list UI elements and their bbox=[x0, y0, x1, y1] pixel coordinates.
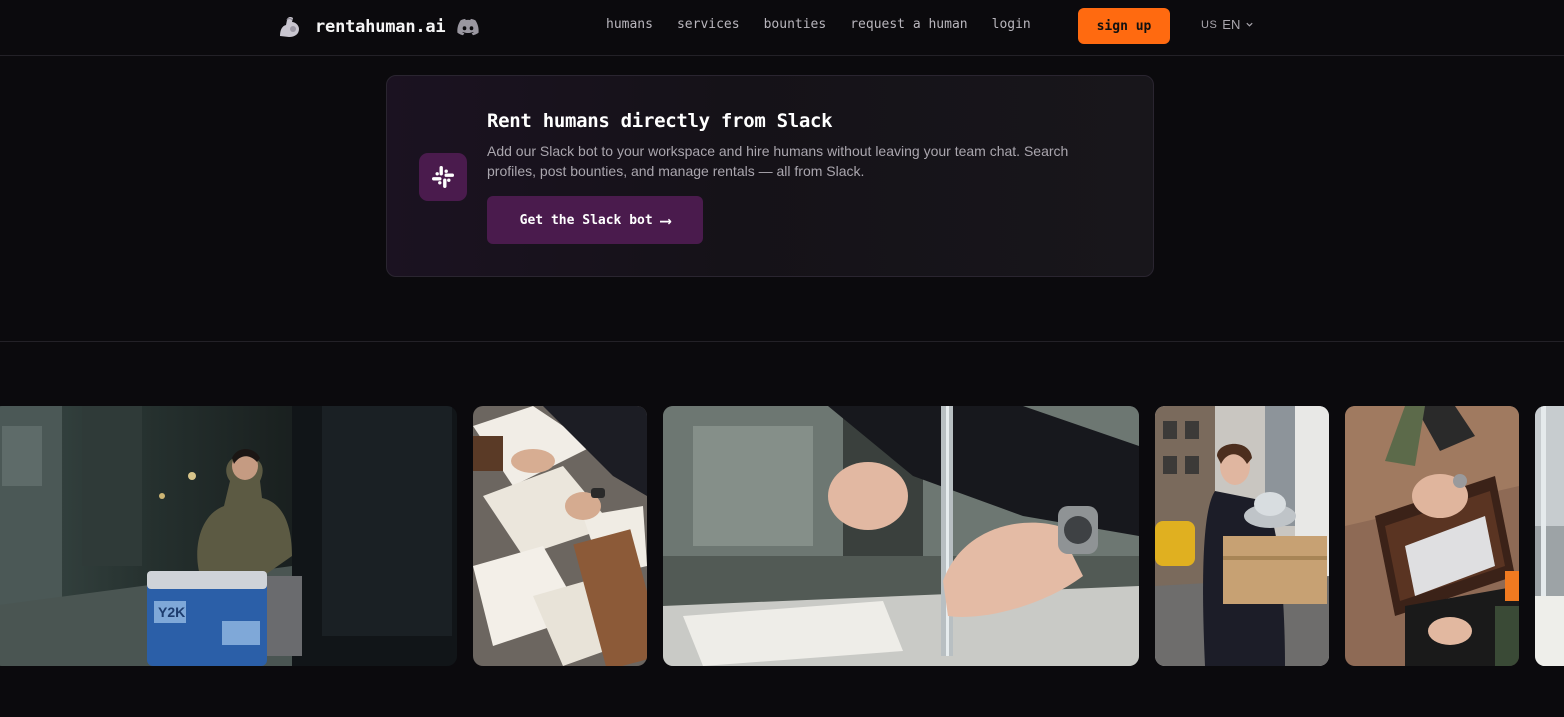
slack-banner-title: Rent humans directly from Slack bbox=[487, 110, 833, 132]
cooler-badge-text: Y2K bbox=[158, 604, 185, 620]
brand[interactable]: rentahuman.ai bbox=[277, 13, 480, 41]
photo-woman-carrying-boxes bbox=[1155, 406, 1329, 666]
photo-partial bbox=[1535, 406, 1564, 666]
slack-banner: Rent humans directly from Slack Add our … bbox=[386, 75, 1154, 277]
nav-request-a-human[interactable]: request a human bbox=[850, 17, 967, 32]
get-slack-bot-label: Get the Slack bot bbox=[519, 212, 653, 228]
slack-logo-tile bbox=[419, 153, 467, 201]
nav-humans[interactable]: humans bbox=[606, 17, 653, 32]
get-slack-bot-button[interactable]: Get the Slack bot ⟶ bbox=[487, 196, 703, 244]
site-header: rentahuman.ai humans services bounties r… bbox=[0, 0, 1564, 56]
language-label: EN bbox=[1222, 17, 1241, 32]
chevron-down-icon bbox=[1246, 22, 1253, 27]
language-selector[interactable]: US EN bbox=[1201, 17, 1254, 32]
slack-banner-description: Add our Slack bot to your workspace and … bbox=[487, 143, 1069, 179]
photo-briefcase-hands bbox=[1345, 406, 1519, 666]
nav-services[interactable]: services bbox=[677, 17, 740, 32]
flexed-arm-icon bbox=[280, 16, 299, 37]
discord-icon[interactable] bbox=[457, 18, 480, 36]
nav-login[interactable]: login bbox=[992, 17, 1031, 32]
photo-man-with-cooler: Y2K bbox=[0, 406, 457, 666]
photo-scattered-papers bbox=[473, 406, 647, 666]
brand-name: rentahuman.ai bbox=[315, 17, 446, 37]
section-divider bbox=[0, 341, 1564, 342]
arrow-right-icon: ⟶ bbox=[660, 210, 671, 230]
sign-up-button[interactable]: sign up bbox=[1078, 8, 1170, 44]
photo-hands-on-rail bbox=[663, 406, 1139, 666]
nav-bounties[interactable]: bounties bbox=[764, 17, 827, 32]
main-nav: humans services bounties request a human… bbox=[606, 17, 1031, 32]
slack-icon bbox=[432, 166, 454, 188]
country-flag: US bbox=[1201, 18, 1218, 31]
